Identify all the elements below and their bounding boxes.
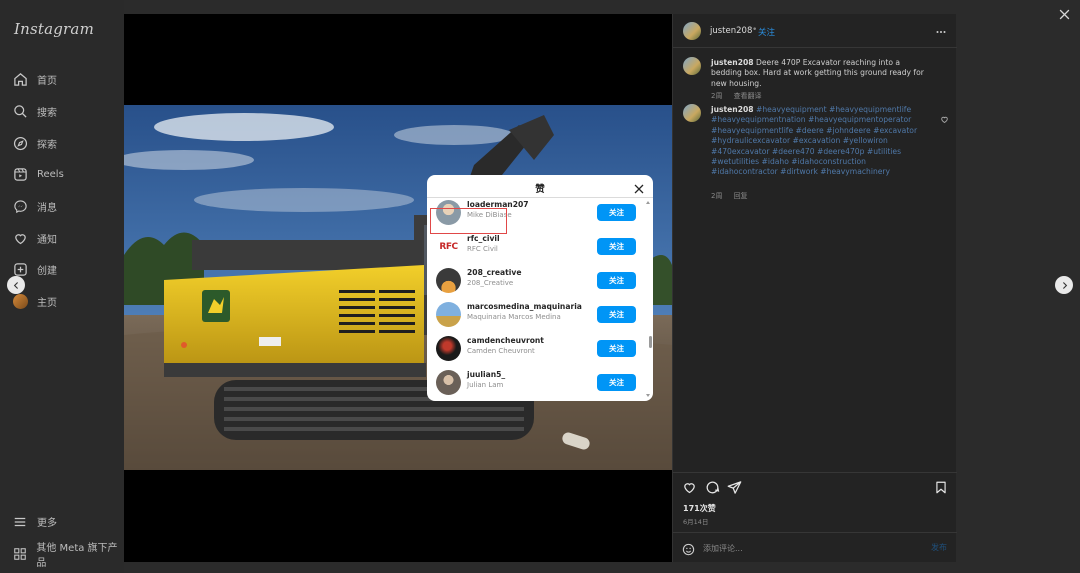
sidebar-item-label: 搜索 <box>37 108 57 120</box>
menu-icon <box>12 514 28 530</box>
sidebar-item-label: 消息 <box>37 203 57 215</box>
messenger-icon <box>12 199 28 215</box>
sidebar-item-meta[interactable]: 其他 Meta 旗下产品 <box>12 538 124 570</box>
avatar[interactable] <box>436 370 461 395</box>
follow-button[interactable]: 关注 <box>597 272 636 289</box>
follow-link[interactable]: 关注 <box>758 26 775 38</box>
see-translation-link[interactable]: 查看翻译 <box>734 92 762 100</box>
like-username[interactable]: rfc_civil <box>467 234 500 243</box>
avatar <box>12 294 28 310</box>
like-username[interactable]: camdencheuvront <box>467 336 544 345</box>
like-fullname: Camden Cheuvront <box>467 347 535 355</box>
reels-icon <box>12 167 28 183</box>
caption-username[interactable]: justen208 <box>711 58 754 67</box>
more-options-icon[interactable] <box>935 23 947 42</box>
scrollbar[interactable] <box>645 199 651 399</box>
list-item[interactable]: marcosmedina_maquinaria Maquinaria Marco… <box>427 298 653 332</box>
follow-button[interactable]: 关注 <box>597 238 636 255</box>
avatar[interactable] <box>683 104 701 122</box>
list-item[interactable]: RFC rfc_civil RFC Civil 关注 <box>427 230 653 264</box>
prev-post-button[interactable] <box>7 276 25 294</box>
avatar[interactable] <box>436 302 461 327</box>
post-date: 6月14日 <box>683 518 709 526</box>
instagram-logo[interactable]: Instagram <box>14 20 94 38</box>
hashtag-comment: justen208 #heavyequipment #heavyequipmen… <box>711 105 929 178</box>
sidebar-item-label: 通知 <box>37 234 57 246</box>
post-panel: justen208 • 关注 justen208 Deere 470P Exca… <box>672 14 957 562</box>
chevron-right-icon <box>1062 281 1067 289</box>
caption-time: 2周 <box>711 92 723 100</box>
sidebar-item-label: 更多 <box>37 518 57 530</box>
follow-button[interactable]: 关注 <box>597 340 636 357</box>
like-fullname: 208_Creative <box>467 279 514 287</box>
sidebar-item-label: 探索 <box>37 139 57 151</box>
post-header: justen208 • 关注 <box>673 14 957 48</box>
list-item[interactable]: juulian5_ Julian Lam 关注 <box>427 366 653 400</box>
comment-input[interactable] <box>703 541 913 555</box>
like-fullname: Julian Lam <box>467 381 504 389</box>
meta-apps-icon <box>12 546 27 562</box>
sidebar-item-notifications[interactable]: 通知 <box>12 222 64 254</box>
comment-username[interactable]: justen208 <box>711 105 754 114</box>
sidebar-item-label: 首页 <box>37 76 57 88</box>
sidebar-item-label: 创建 <box>37 266 57 278</box>
like-username[interactable]: marcosmedina_maquinaria <box>467 302 582 311</box>
follow-button[interactable]: 关注 <box>597 374 636 391</box>
avatar[interactable]: RFC <box>436 234 461 259</box>
sidebar-item-reels[interactable]: Reels <box>12 159 64 191</box>
scrollbar-thumb[interactable] <box>649 336 652 348</box>
follow-button[interactable]: 关注 <box>597 306 636 323</box>
next-post-button[interactable] <box>1055 276 1073 294</box>
comment-meta: 2周 回复 <box>711 183 748 202</box>
like-fullname: Maquinaria Marcos Medina <box>467 313 561 321</box>
selection-highlight <box>430 208 507 234</box>
sidebar-item-label: 其他 Meta 旗下产品 <box>36 542 118 569</box>
sidebar-item-home[interactable]: 首页 <box>12 64 64 96</box>
follow-button[interactable]: 关注 <box>597 204 636 221</box>
list-item[interactable]: 208_creative 208_Creative 关注 <box>427 264 653 298</box>
sidebar-item-search[interactable]: 搜索 <box>12 96 64 128</box>
avatar[interactable] <box>436 268 461 293</box>
search-icon <box>12 104 28 120</box>
compass-icon <box>12 135 28 151</box>
chevron-left-icon <box>13 281 18 289</box>
caption-meta: 2周 查看翻译 <box>711 83 762 102</box>
sidebar-item-messages[interactable]: 消息 <box>12 191 64 223</box>
sidebar-item-more[interactable]: 更多 <box>12 506 124 538</box>
comment-icon[interactable] <box>705 480 720 499</box>
share-icon[interactable] <box>727 480 742 499</box>
reply-link[interactable]: 回复 <box>734 192 748 200</box>
likes-count[interactable]: 171次赞 <box>683 503 716 514</box>
sidebar-item-label: 主页 <box>37 298 57 310</box>
likes-modal: 赞 loaderman207 Mike DiBiase 关注 RFC rfc_c… <box>427 175 653 401</box>
post-username[interactable]: justen208 <box>710 26 752 36</box>
close-icon[interactable] <box>1057 7 1072 26</box>
separator-dot: • <box>752 25 758 35</box>
like-icon[interactable] <box>682 480 697 499</box>
sidebar-bottom: 更多 其他 Meta 旗下产品 <box>12 506 124 569</box>
save-icon[interactable] <box>934 480 948 499</box>
emoji-icon[interactable] <box>682 541 695 560</box>
heart-icon <box>12 230 28 246</box>
home-icon <box>12 72 28 88</box>
like-username[interactable]: 208_creative <box>467 268 522 277</box>
post-comment-button[interactable]: 发布 <box>931 542 947 553</box>
like-fullname: RFC Civil <box>467 245 498 253</box>
close-icon[interactable] <box>633 180 645 199</box>
comment-like-icon[interactable] <box>940 109 949 128</box>
sidebar-item-explore[interactable]: 探索 <box>12 127 64 159</box>
hashtag-text[interactable]: #heavyequipment #heavyequipmentlife #hea… <box>711 105 917 176</box>
avatar[interactable] <box>683 57 701 75</box>
like-username[interactable]: juulian5_ <box>467 370 505 379</box>
modal-title: 赞 <box>535 184 545 195</box>
comment-time: 2周 <box>711 192 723 200</box>
list-item[interactable]: camdencheuvront Camden Cheuvront 关注 <box>427 332 653 366</box>
sidebar-item-label: Reels <box>37 169 64 181</box>
modal-header: 赞 <box>427 175 653 198</box>
rfc-logo: RFC <box>439 241 458 252</box>
scroll-arrows-icon <box>646 201 650 397</box>
avatar[interactable] <box>683 22 701 40</box>
comment-bar: 发布 <box>673 532 957 562</box>
avatar[interactable] <box>436 336 461 361</box>
